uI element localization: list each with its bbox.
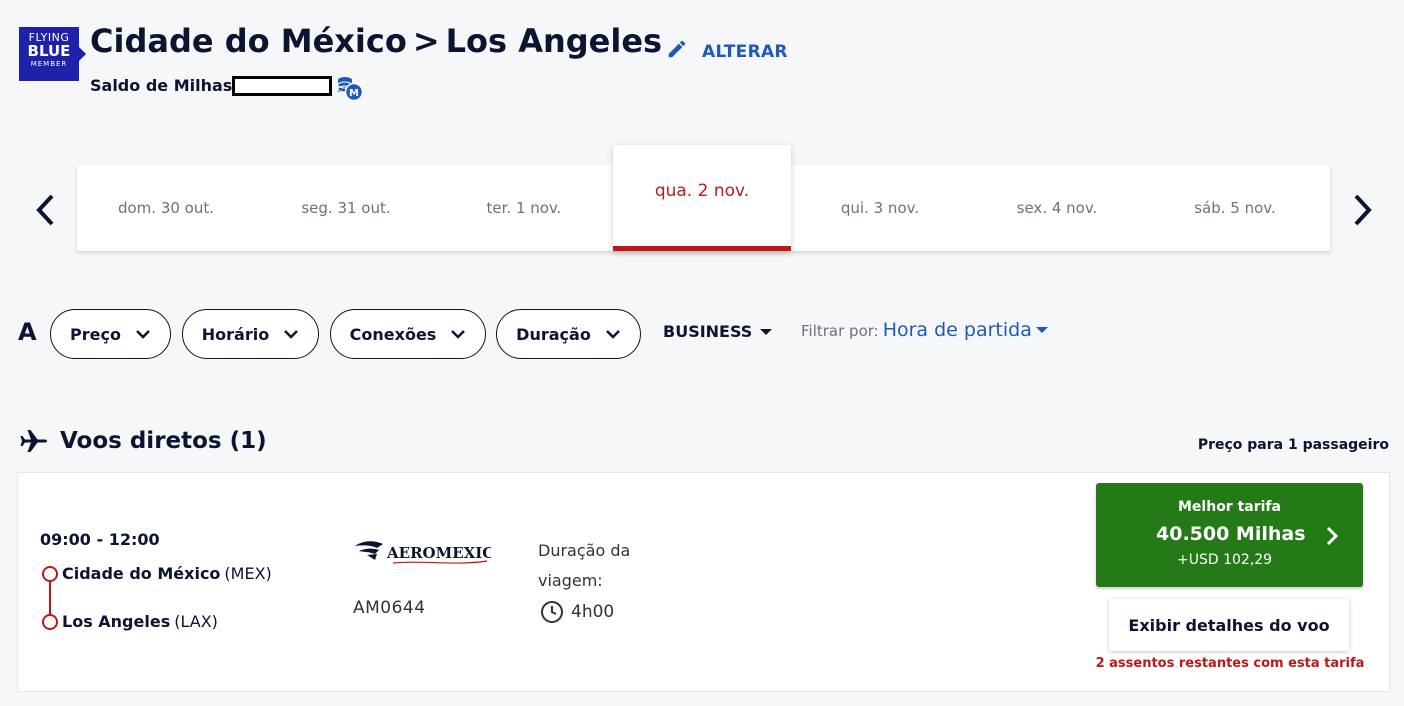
filter-prefix: A [18,318,37,346]
caret-down-icon [1035,327,1048,333]
route-line [49,580,51,614]
chevron-down-icon [284,330,299,339]
origin-stop: Cidade do México (MEX) [42,564,272,583]
destination-city: Los Angeles [62,612,171,631]
date-selector: dom. 30 out. seg. 31 out. ter. 1 nov. qu… [77,145,1330,251]
next-dates-button[interactable] [1348,190,1378,230]
change-search-label: ALTERAR [702,41,788,62]
filter-time-label: Horário [201,324,270,344]
chevron-right-icon [1326,526,1339,546]
duration-value: 4h00 [571,602,615,622]
filter-connections-label: Conexões [349,324,437,344]
previous-dates-button[interactable] [30,190,60,230]
change-search-button[interactable]: ALTERAR [666,38,788,65]
cabin-class-value: BUSINESS [663,322,753,341]
route-separator: > [412,22,440,60]
destination-stop: Los Angeles (LAX) [42,612,218,631]
sort-by-label: Filtrar por: [801,322,879,340]
destination-dot-icon [42,613,58,630]
direct-flights-heading: Voos diretos (1) [20,428,267,454]
best-fare-label: Melhor tarifa [1178,499,1281,515]
date-option[interactable]: sex. 4 nov. [968,165,1146,251]
flying-blue-logo: FLYING BLUE MEMBER [19,27,86,81]
pencil-icon [666,38,688,65]
sort-by-dropdown[interactable]: Hora de partida [883,319,1048,341]
chevron-left-icon [36,194,54,226]
miles-balance-redacted [232,76,332,96]
flight-duration: 4h00 [540,600,614,624]
filter-time-button[interactable]: Horário [182,309,319,359]
section-title: Voos diretos (1) [60,428,267,454]
flight-times: 09:00 - 12:00 [40,530,160,549]
sort-by-value: Hora de partida [882,319,1032,341]
seats-remaining-note: 2 assentos restantes com esta tarifa [1095,656,1365,671]
chevron-down-icon [136,330,150,339]
miles-balance-label: Saldo de Milhas [90,76,233,95]
chevron-right-icon [1354,194,1372,226]
destination-code: (LAX) [174,612,218,631]
clock-icon [541,601,563,623]
origin-dot-icon [42,565,58,582]
cabin-class-dropdown[interactable]: BUSINESS [663,322,773,341]
origin-code: (MEX) [224,564,272,583]
sort-by: Filtrar por: Hora de partida [801,319,1048,341]
filter-connections-button[interactable]: Conexões [330,309,486,359]
page-title: Cidade do México > Los Angeles [90,22,662,60]
destination-city-title: Los Angeles [445,22,663,60]
flight-number: AM0644 [353,598,426,618]
origin-city-title: Cidade do México [90,22,407,60]
date-option[interactable]: dom. 30 out. [77,165,255,251]
flight-details-button[interactable]: Exibir detalhes do voo [1109,599,1349,651]
filter-price-button[interactable]: Preço [50,309,171,359]
chevron-down-icon [451,330,466,339]
fare-miles: 40.500 Milhas [1156,523,1306,545]
filter-price-label: Preço [70,324,121,344]
date-option[interactable]: ter. 1 nov. [435,165,613,251]
svg-text:M: M [349,88,359,99]
fare-usd: +USD 102,29 [1177,552,1273,568]
filter-duration-button[interactable]: Duração [496,309,641,359]
caret-down-icon [760,328,773,335]
airplane-icon [20,430,47,452]
price-per-passenger-note: Preço para 1 passageiro [1197,437,1389,453]
date-option[interactable]: sáb. 5 nov. [1146,165,1324,251]
date-option-selected[interactable]: qua. 2 nov. [613,145,791,251]
duration-label: Duração da viagem: [538,541,631,590]
best-fare-button[interactable]: Melhor tarifa 40.500 Milhas +USD 102,29 [1096,483,1363,587]
miles-coin-icon: M [336,76,364,102]
chevron-down-icon [605,330,620,339]
origin-city: Cidade do México [62,564,221,583]
date-option[interactable]: qui. 3 nov. [791,165,969,251]
filter-duration-label: Duração [516,324,591,344]
date-option[interactable]: seg. 31 out. [257,165,435,251]
svg-text:AEROMEXICO: AEROMEXICO [386,544,491,562]
aeromexico-logo: AEROMEXICO [353,538,507,568]
